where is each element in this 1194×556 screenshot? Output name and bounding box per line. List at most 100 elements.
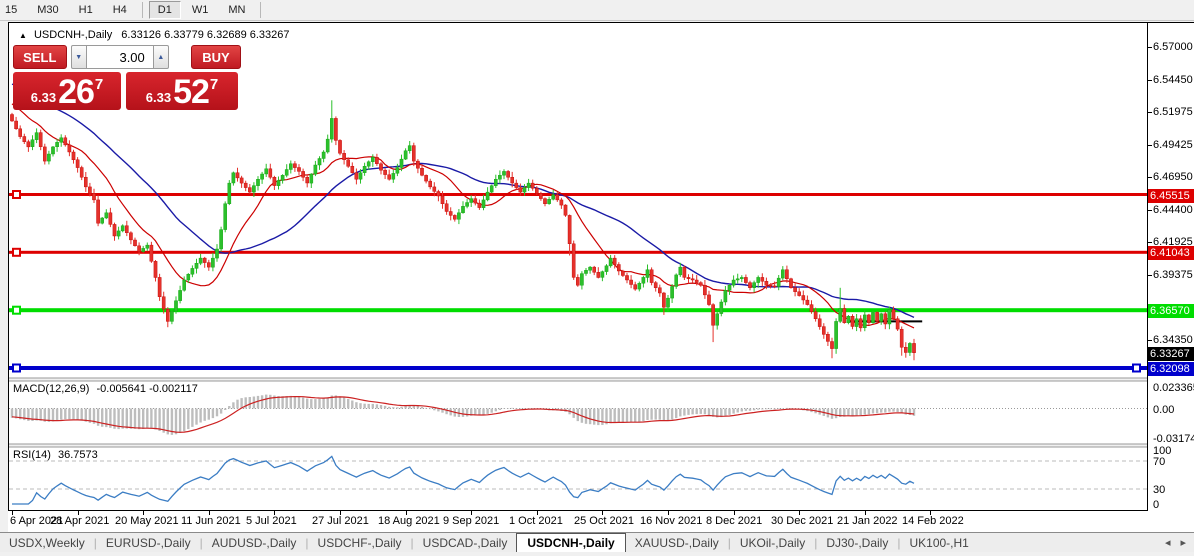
sell-price-pip: 7 xyxy=(94,76,104,93)
one-click-trading-panel: SELL ▼ ▲ BUY 6.33 26 7 6.33 52 xyxy=(13,45,241,110)
tab-scroll-left-icon[interactable]: ◂ xyxy=(1165,536,1171,549)
axis-tick-mark xyxy=(1148,340,1152,341)
chart-tab-eurusd-daily[interactable]: EURUSD-,Daily xyxy=(97,534,200,552)
date-tick-label: 18 Aug 2021 xyxy=(378,515,440,527)
sell-button[interactable]: SELL xyxy=(13,45,67,69)
price-tick-label: 6.49425 xyxy=(1153,139,1193,151)
axis-tick-mark xyxy=(1148,210,1152,211)
macd-indicator-label: MACD(12,26,9) -0.005641 -0.002117 xyxy=(13,383,198,395)
chart-tab-usdcad-daily[interactable]: USDCAD-,Daily xyxy=(414,534,517,552)
price-tick-label: 6.46950 xyxy=(1153,171,1193,183)
toolbar-separator xyxy=(260,2,262,18)
line-handle[interactable] xyxy=(12,190,21,199)
axis-tick-mark xyxy=(1148,242,1152,243)
volume-increase-button[interactable]: ▲ xyxy=(152,45,169,69)
chart-tab-uk100-h1[interactable]: UK100-,H1 xyxy=(900,534,977,552)
price-tick-label: 6.57000 xyxy=(1153,41,1193,53)
chevron-up-icon: ▲ xyxy=(157,53,165,61)
level-price-badge: 6.36570 xyxy=(1148,304,1194,318)
sell-price-main: 26 xyxy=(58,73,95,111)
chart-title: ▲ USDCNH-,Daily 6.33126 6.33779 6.32689 … xyxy=(19,29,290,41)
horizontal-level-line[interactable] xyxy=(9,366,1147,370)
line-handle[interactable] xyxy=(1132,363,1141,373)
chart-tab-ukoil-daily[interactable]: UKOil-,Daily xyxy=(731,534,814,552)
candles xyxy=(10,100,916,361)
axis-tick-mark xyxy=(1148,80,1152,81)
horizontal-level-line[interactable] xyxy=(9,193,1147,196)
rsi-indicator-label: RSI(14) 36.7573 xyxy=(13,449,98,461)
date-tick-label: 14 Feb 2022 xyxy=(902,515,964,527)
chart-tab-dj30-daily[interactable]: DJ30-,Daily xyxy=(817,534,897,552)
chart-symbol-label: USDCNH-,Daily xyxy=(33,29,113,41)
price-tick-label: 6.39375 xyxy=(1153,269,1193,281)
buy-price-prefix: 6.33 xyxy=(145,90,172,105)
timeframe-button-h1[interactable]: H1 xyxy=(70,1,102,19)
chart-tab-audusd-daily[interactable]: AUDUSD-,Daily xyxy=(203,534,306,552)
terminal-window: 15 M30 H1 H4 D1 W1 MN ▲ USDCNH-,Daily 6.33126 … xyxy=(0,0,1194,556)
line-handle[interactable] xyxy=(12,363,21,373)
line-handle[interactable] xyxy=(12,305,21,315)
chart-tab-xauusd-daily[interactable]: XAUUSD-,Daily xyxy=(626,534,728,552)
horizontal-level-line[interactable] xyxy=(9,250,1147,254)
price-tick-label: 6.34350 xyxy=(1153,334,1193,346)
macd-tick-label: 0.00 xyxy=(1153,404,1175,416)
level-price-badge: 6.45515 xyxy=(1148,189,1194,203)
macd-tick-label: -0.03174 xyxy=(1153,433,1194,445)
date-tick-label: 9 Sep 2021 xyxy=(443,515,500,527)
axis-tick-mark xyxy=(1148,47,1152,48)
timeframe-button-h4[interactable]: H4 xyxy=(104,1,136,19)
date-tick-label: 30 Dec 2021 xyxy=(771,515,834,527)
chart-tab-usdchf-daily[interactable]: USDCHF-,Daily xyxy=(309,534,411,552)
date-axis[interactable]: 6 Apr 2021 28 Apr 2021 20 May 2021 11 Ju… xyxy=(8,511,1148,532)
rsi-name: RSI(14) xyxy=(13,449,51,461)
price-axis[interactable]: 6.57000 6.54450 6.51975 6.49425 6.46950 … xyxy=(1148,22,1194,532)
horizontal-level-line[interactable] xyxy=(9,308,1147,313)
date-tick-label: 27 Jul 2021 xyxy=(312,515,369,527)
rsi-value: 36.7573 xyxy=(57,449,98,461)
axis-tick-mark xyxy=(1148,112,1152,113)
rsi-tick-label: 30 xyxy=(1153,484,1166,496)
date-tick-label: 25 Oct 2021 xyxy=(574,515,634,527)
buy-price-tile[interactable]: 6.33 52 7 xyxy=(126,72,238,110)
level-price-badge: 6.41043 xyxy=(1148,246,1194,260)
timeframe-toolbar: 15 M30 H1 H4 D1 W1 MN xyxy=(0,0,1194,21)
rsi-tick-label: 70 xyxy=(1153,456,1166,468)
tab-scroll-right-icon[interactable]: ▸ xyxy=(1180,536,1186,549)
axis-tick-mark xyxy=(1148,145,1152,146)
date-tick-label: 20 May 2021 xyxy=(115,515,179,527)
chart-tab-usdx-weekly[interactable]: USDX,Weekly xyxy=(0,534,94,552)
macd-values: -0.005641 -0.002117 xyxy=(96,383,198,395)
date-tick-label: 1 Oct 2021 xyxy=(509,515,563,527)
macd-tick-label: 0.023365 xyxy=(1153,382,1194,394)
timeframe-button-mn[interactable]: MN xyxy=(219,1,254,19)
timeframe-button-d1[interactable]: D1 xyxy=(148,1,181,19)
axis-tick-mark xyxy=(1148,275,1152,276)
chart-tab-usdcnh-daily[interactable]: USDCNH-,Daily xyxy=(516,532,626,553)
date-tick-label: 11 Jun 2021 xyxy=(181,515,241,527)
buy-price-pip: 7 xyxy=(209,76,219,93)
price-tick-label: 6.44400 xyxy=(1153,204,1193,216)
current-price-badge: 6.33267 xyxy=(1148,347,1194,361)
line-handle[interactable] xyxy=(12,247,21,257)
macd-name: MACD(12,26,9) xyxy=(13,383,90,395)
sell-price-tile[interactable]: 6.33 26 7 xyxy=(13,72,121,110)
chart-window: ▲ USDCNH-,Daily 6.33126 6.33779 6.32689 … xyxy=(8,22,1148,511)
sell-price-prefix: 6.33 xyxy=(30,90,57,105)
ma-fast-line xyxy=(11,103,915,329)
buy-button[interactable]: BUY xyxy=(191,45,241,69)
volume-input[interactable] xyxy=(86,45,153,69)
date-tick-label: 5 Jul 2021 xyxy=(246,515,297,527)
rsi-line xyxy=(12,455,915,505)
timeframe-button-w1[interactable]: W1 xyxy=(183,1,218,19)
timeframe-button-m30[interactable]: M30 xyxy=(28,1,67,19)
chevron-down-icon: ▼ xyxy=(75,53,83,61)
date-tick-label: 28 Apr 2021 xyxy=(50,515,110,527)
volume-decrease-button[interactable]: ▼ xyxy=(70,45,87,69)
toolbar-separator xyxy=(141,2,143,18)
collapse-chart-icon[interactable]: ▲ xyxy=(19,31,27,40)
price-tick-label: 6.54450 xyxy=(1153,74,1193,86)
timeframe-button-15[interactable]: 15 xyxy=(0,1,26,19)
date-tick-label: 8 Dec 2021 xyxy=(706,515,763,527)
date-tick-label: 16 Nov 2021 xyxy=(640,515,703,527)
price-tick-label: 6.51975 xyxy=(1153,106,1193,118)
